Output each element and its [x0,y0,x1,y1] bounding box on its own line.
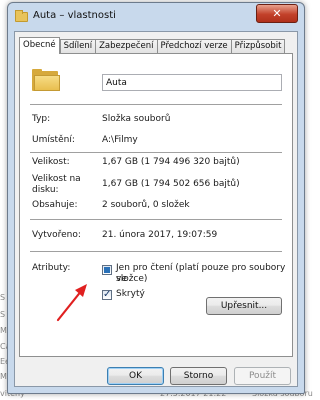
size-on-disk-label: Velikost na [32,174,81,184]
advanced-button[interactable]: Upřesnit... [206,297,282,315]
created-label: Vytvořeno: [32,230,81,240]
divider [30,219,282,220]
cancel-button[interactable]: Storno [170,367,227,385]
close-button[interactable]: ✕ [256,4,298,23]
contains-value: 2 souborů, 0 složek [102,200,190,210]
dialog-client: Obecné Sdílení Zabezpečení Předchozí ver… [14,31,298,387]
folder-icon [15,10,28,22]
red-arrow-annotation [56,284,87,322]
tab-previous-versions[interactable]: Předchozí verze [156,39,231,54]
readonly-checkbox[interactable] [102,265,112,275]
title-bar[interactable]: Auta – vlastnosti ✕ [8,3,304,31]
window-title: Auta – vlastnosti [33,10,116,21]
divider [30,251,282,252]
type-value: Složka souborů [102,114,171,124]
size-label: Velikost: [32,157,70,167]
size-on-disk-value: 1,67 GB (1 794 502 656 bajtů) [102,179,240,189]
apply-button[interactable]: Použít [234,367,291,385]
ok-button[interactable]: OK [107,367,164,385]
folder-name-input[interactable] [102,74,282,91]
contains-label: Obsahuje: [32,200,78,210]
type-label: Typ: [32,114,51,124]
location-label: Umístění: [32,135,75,145]
readonly-label: složce) [116,274,148,284]
size-value: 1,67 GB (1 794 496 320 bajtů) [102,157,240,167]
hidden-label: Skrytý [116,289,145,299]
attributes-label: Atributy: [32,263,71,273]
location-value: A:\Filmy [102,135,138,145]
tab-customize[interactable]: Přizpůsobit [230,39,286,54]
tab-general[interactable]: Obecné [19,37,60,54]
tab-sharing[interactable]: Sdílení [59,39,96,54]
divider [30,152,282,153]
folder-icon [32,69,60,91]
properties-window: Auta – vlastnosti ✕ Obecné Sdílení Zabez… [7,2,305,394]
divider [30,104,282,105]
created-value: 21. února 2017, 19:07:59 [102,230,218,240]
tab-security[interactable]: Zabezpečení [95,39,157,54]
hidden-checkbox[interactable]: ✓ [102,290,112,300]
tab-strip: Obecné Sdílení Zabezpečení Předchozí ver… [19,37,286,54]
size-on-disk-label: disku: [32,185,59,195]
